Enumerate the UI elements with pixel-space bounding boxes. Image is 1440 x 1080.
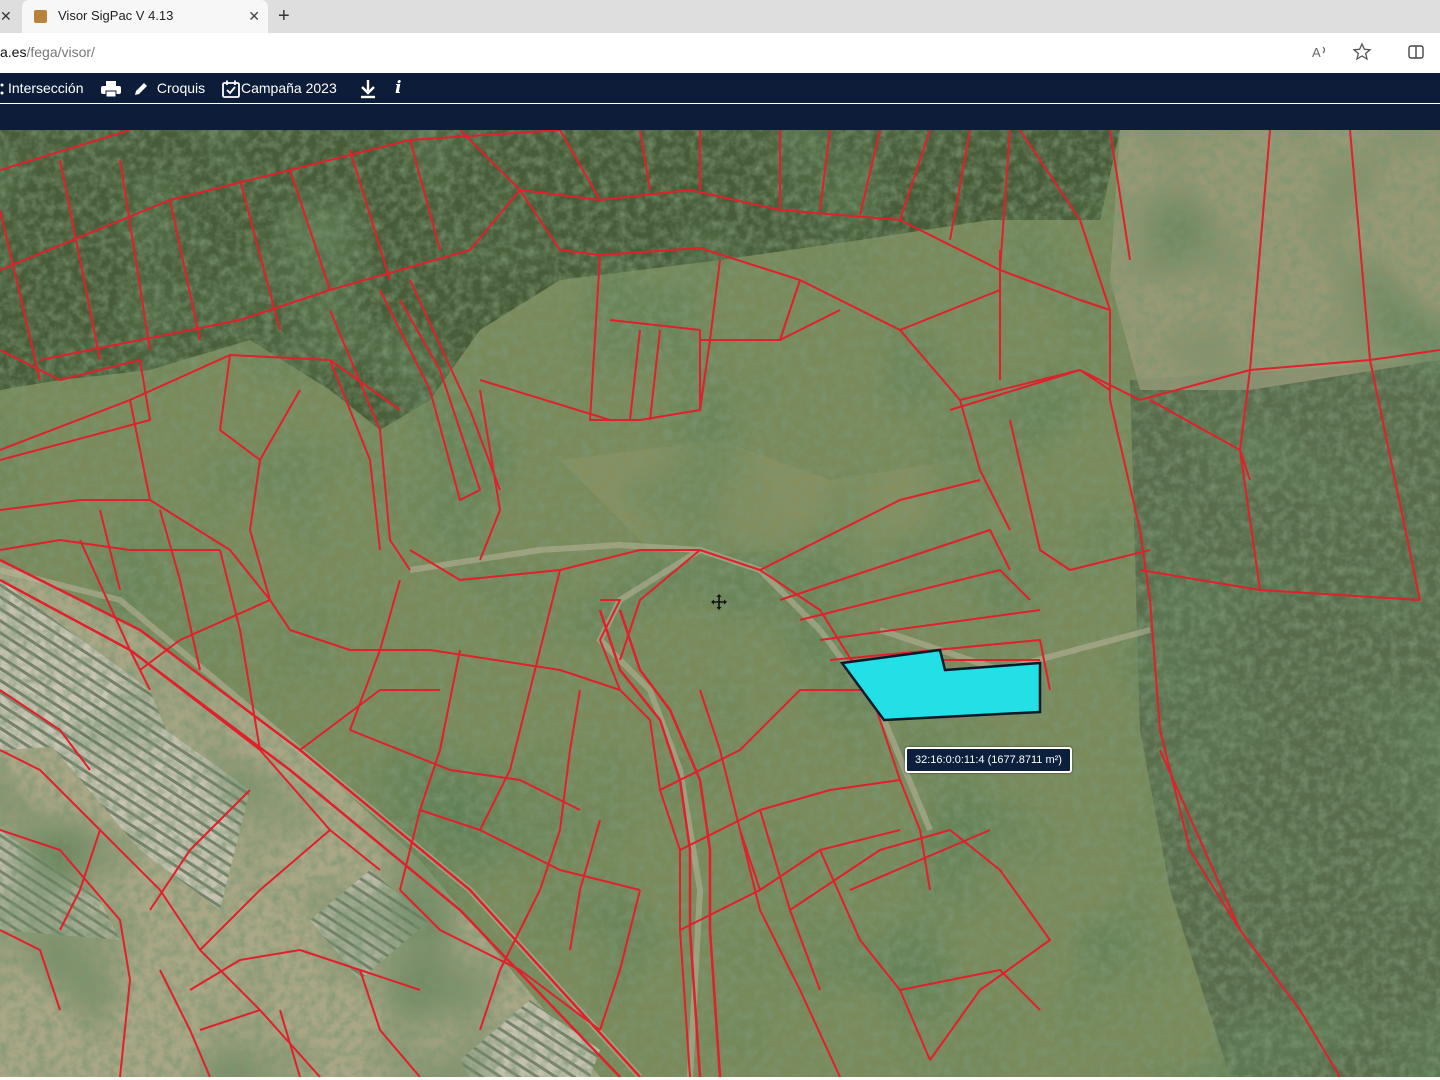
croquis-tool[interactable]: Croquis (133, 73, 205, 103)
intersection-icon (0, 83, 4, 95)
read-aloud-icon[interactable]: A (1310, 42, 1330, 62)
calendar-check-icon (222, 80, 240, 99)
app-subbar (0, 103, 1440, 131)
url-text[interactable]: a.es/fega/visor/ (0, 44, 95, 60)
browser-tab[interactable]: Visor SigPac V 4.13 ✕ (22, 0, 268, 33)
parcel-tooltip: 32:16:0:0:11:4 (1677.8711 m²) (905, 747, 1072, 773)
campaign-label: Campaña 2023 (241, 80, 337, 96)
address-bar[interactable]: a.es/fega/visor/ A (0, 33, 1440, 74)
app-toolbar: Intersección Croquis Campaña 2023 i (0, 73, 1440, 103)
intersection-tool[interactable]: Intersección (0, 73, 83, 103)
new-tab-icon[interactable]: + (278, 3, 290, 29)
pencil-icon (135, 83, 147, 96)
map-viewer[interactable] (0, 130, 1440, 1077)
campaign-selector[interactable]: Campaña 2023 (221, 73, 337, 103)
url-path: /fega/visor/ (26, 44, 95, 60)
tab-title: Visor SigPac V 4.13 (58, 8, 174, 23)
print-button[interactable] (100, 73, 122, 103)
url-host: a.es (0, 44, 27, 60)
info-button[interactable]: i (395, 73, 401, 103)
download-button[interactable] (359, 73, 377, 103)
croquis-label: Croquis (156, 80, 206, 96)
aerial-map-canvas[interactable] (0, 130, 1440, 1077)
split-screen-icon[interactable] (1406, 42, 1426, 62)
download-icon (361, 80, 375, 99)
printer-icon (101, 81, 121, 98)
svg-text:A: A (1312, 45, 1321, 60)
browser-tab-strip: ✕ Visor SigPac V 4.13 ✕ + (0, 0, 1440, 33)
intersection-label: Intersección (8, 80, 84, 96)
favorite-star-icon[interactable] (1352, 42, 1372, 62)
tab-close-icon[interactable]: ✕ (248, 7, 260, 25)
favicon-icon (34, 10, 47, 23)
close-icon[interactable]: ✕ (0, 6, 14, 26)
